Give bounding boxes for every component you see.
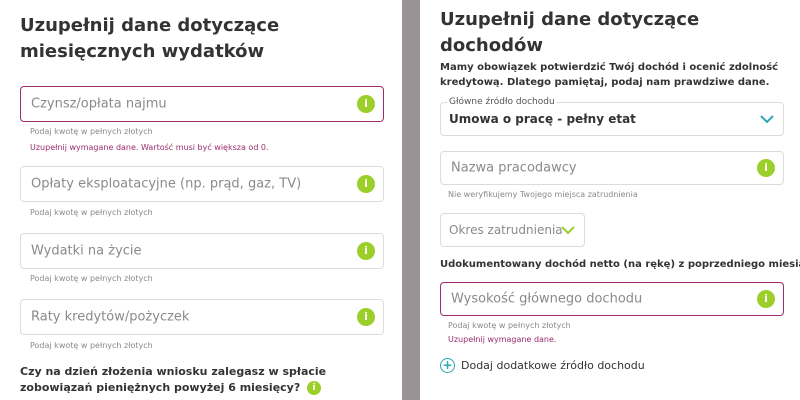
- panel-divider: [402, 0, 420, 400]
- rent-hint: Podaj kwotę w pełnych złotych: [30, 127, 153, 136]
- living-expenses-placeholder: Wydatki na życie: [31, 243, 142, 259]
- rent-field[interactable]: Czynsz/opłata najmu i: [20, 86, 384, 122]
- expenses-panel: Uzupełnij dane dotyczące miesięcznych wy…: [0, 0, 402, 400]
- employer-hint: Nie weryfikujemy Twojego miejsca zatrudn…: [448, 190, 638, 199]
- income-panel: Uzupełnij dane dotyczące dochodów Mamy o…: [420, 0, 800, 400]
- income-intro: Mamy obowiązek potwierdzić Twój dochód i…: [440, 62, 779, 88]
- living-expenses-hint: Podaj kwotę w pełnych złotych: [30, 274, 153, 283]
- arrears-question: Czy na dzień złożenia wniosku zalegasz w…: [20, 364, 370, 396]
- info-icon[interactable]: i: [357, 175, 375, 193]
- employment-period-placeholder: Okres zatrudnienia: [449, 223, 563, 237]
- employer-field[interactable]: Nazwa pracodawcy i: [440, 151, 784, 185]
- utilities-field[interactable]: Opłaty eksploatacyjne (np. prąd, gaz, TV…: [20, 166, 384, 202]
- employer-placeholder: Nazwa pracodawcy: [451, 160, 577, 176]
- rent-placeholder: Czynsz/opłata najmu: [31, 96, 167, 112]
- loan-installments-field[interactable]: Raty kredytów/pożyczek i: [20, 299, 384, 335]
- loan-installments-hint: Podaj kwotę w pełnych złotych: [30, 341, 153, 350]
- living-expenses-field[interactable]: Wydatki na życie i: [20, 233, 384, 269]
- info-icon[interactable]: i: [357, 242, 375, 260]
- income-title: Uzupełnij dane dotyczące dochodów: [440, 9, 700, 56]
- main-income-hint: Podaj kwotę w pełnych złotych: [448, 321, 571, 330]
- employment-period-select[interactable]: Okres zatrudnienia: [440, 213, 585, 247]
- loan-installments-placeholder: Raty kredytów/pożyczek: [31, 309, 190, 325]
- chevron-down-icon: [561, 226, 575, 235]
- utilities-placeholder: Opłaty eksploatacyjne (np. prąd, gaz, TV…: [31, 176, 302, 192]
- info-icon[interactable]: i: [307, 381, 322, 395]
- info-icon[interactable]: i: [357, 95, 375, 113]
- income-source-select[interactable]: Główne źródło dochodu Umowa o pracę - pe…: [440, 97, 784, 136]
- main-income-placeholder: Wysokość głównego dochodu: [451, 291, 643, 307]
- main-income-error: Uzupełnij wymagane dane.: [448, 335, 557, 344]
- documented-income-label: Udokumentowany dochód netto (na rękę) z …: [440, 259, 800, 270]
- utilities-hint: Podaj kwotę w pełnych złotych: [30, 208, 153, 217]
- chevron-down-icon: [760, 115, 774, 124]
- add-income-source-label: Dodaj dodatkowe źródło dochodu: [461, 359, 645, 372]
- rent-error: Uzupełnij wymagane dane. Wartość musi by…: [30, 143, 269, 152]
- income-source-label: Główne źródło dochodu: [447, 97, 557, 107]
- info-icon[interactable]: i: [757, 290, 775, 308]
- add-income-source-button[interactable]: + Dodaj dodatkowe źródło dochodu: [440, 358, 645, 373]
- arrears-question-text: Czy na dzień złożenia wniosku zalegasz w…: [20, 365, 327, 394]
- income-source-value: Umowa o pracę - pełny etat: [449, 112, 636, 126]
- plus-icon: +: [440, 358, 455, 373]
- info-icon[interactable]: i: [757, 159, 775, 177]
- expenses-title: Uzupełnij dane dotyczące miesięcznych wy…: [20, 15, 280, 62]
- main-income-field[interactable]: Wysokość głównego dochodu i: [440, 282, 784, 316]
- info-icon[interactable]: i: [357, 308, 375, 326]
